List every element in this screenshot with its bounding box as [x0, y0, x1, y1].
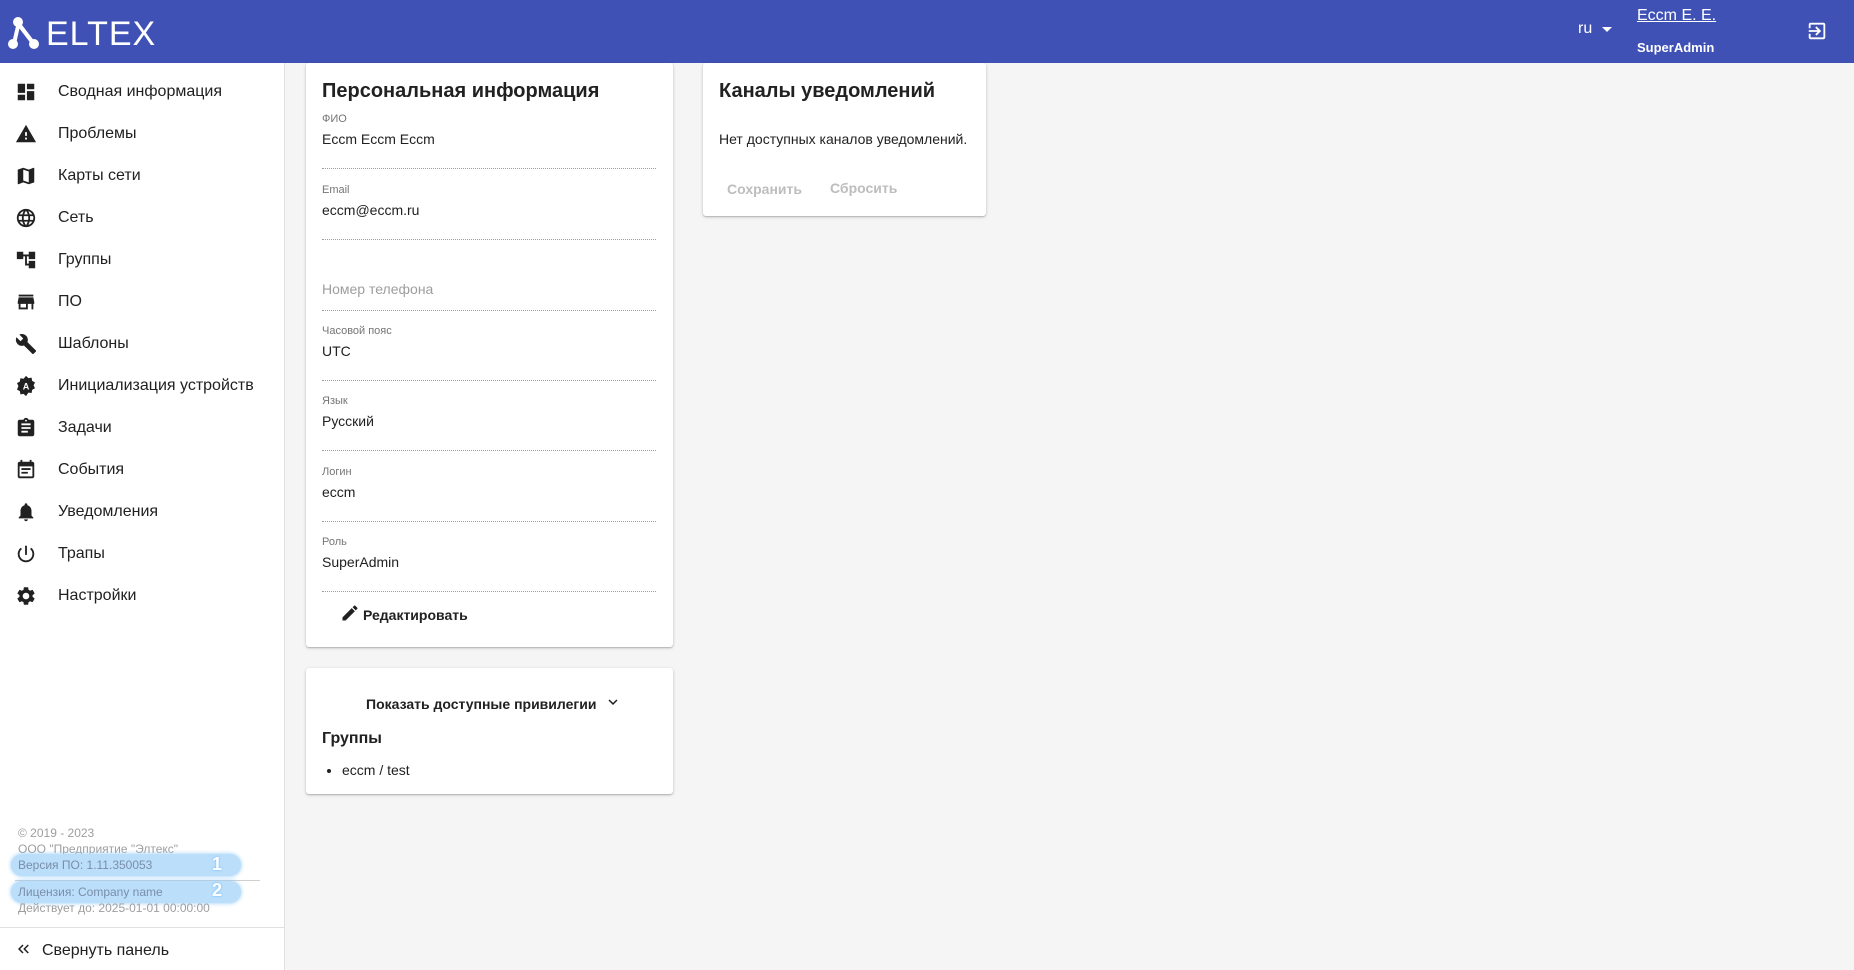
language-select[interactable]: ru	[1578, 20, 1613, 38]
gear-icon	[15, 585, 37, 607]
eltex-logo[interactable]: ELTEX	[8, 12, 178, 52]
marker-2: 2	[212, 880, 223, 900]
sidebar-item-label: Трапы	[58, 545, 105, 562]
sidebar-item-label: Проблемы	[58, 125, 137, 142]
wrench-icon	[15, 333, 37, 355]
hierarchy-icon	[15, 249, 37, 271]
no-channels-text: Нет доступных каналов уведомлений.	[719, 131, 968, 147]
timezone-field[interactable]: Часовой пояс UTC	[322, 325, 656, 381]
globe-icon	[15, 207, 37, 229]
list-item: eccm / test	[342, 762, 410, 778]
sidebar-item-problems[interactable]: Проблемы	[0, 113, 284, 155]
sidebar-item-label: Задачи	[58, 419, 112, 436]
marker-1: 1	[212, 854, 223, 874]
user-menu[interactable]: Eccm E. E. SuperAdmin	[1637, 6, 1716, 55]
email-field[interactable]: Email eccm@eccm.ru	[322, 184, 656, 240]
sidebar-item-traps[interactable]: Трапы	[0, 533, 284, 575]
sidebar-item-device-init[interactable]: A Инициализация устройств	[0, 365, 284, 407]
edit-button[interactable]: Редактировать	[340, 603, 468, 626]
sidebar-item-notifications[interactable]: Уведомления	[0, 491, 284, 533]
privileges-card: Показать доступные привилегии Группы ecc…	[306, 668, 673, 794]
save-button[interactable]: Сохранить	[727, 181, 802, 197]
pencil-icon	[340, 603, 360, 626]
sidebar-item-software[interactable]: ПО	[0, 281, 284, 323]
user-name[interactable]: Eccm E. E.	[1637, 6, 1716, 26]
reset-button[interactable]: Сбросить	[830, 180, 897, 196]
user-role: SuperAdmin	[1637, 40, 1715, 55]
field-value: Русский	[322, 413, 374, 429]
warning-icon	[15, 123, 37, 145]
svg-text:ELTEX: ELTEX	[46, 15, 156, 52]
show-privileges-toggle[interactable]: Показать доступные привилегии	[366, 693, 622, 714]
logout-icon[interactable]	[1806, 20, 1828, 42]
show-privileges-label: Показать доступные привилегии	[366, 695, 597, 712]
license-text: Лицензия: Company name	[18, 885, 163, 899]
language-value: ru	[1578, 20, 1593, 37]
chevron-down-icon	[604, 693, 622, 714]
sidebar-item-label: Группы	[58, 251, 112, 268]
chevron-down-icon	[1602, 26, 1613, 32]
collapse-panel-button[interactable]: Свернуть панель	[0, 927, 284, 970]
sidebar-item-label: Сводная информация	[58, 83, 222, 100]
field-label: Email	[322, 184, 350, 196]
language-field[interactable]: Язык Русский	[322, 395, 656, 451]
notification-channels-card: Каналы уведомлений Нет доступных каналов…	[703, 63, 986, 216]
sidebar-item-groups[interactable]: Группы	[0, 239, 284, 281]
sidebar-item-tasks[interactable]: Задачи	[0, 407, 284, 449]
sidebar-item-templates[interactable]: Шаблоны	[0, 323, 284, 365]
bell-icon	[15, 501, 37, 523]
field-value: eccm@eccm.ru	[322, 202, 420, 218]
top-app-bar: ELTEX ru Eccm E. E. SuperAdmin	[0, 0, 1854, 63]
notification-channels-title: Каналы уведомлений	[719, 80, 936, 102]
personal-info-card: Персональная информация ФИО Eccm Eccm Ec…	[306, 63, 673, 647]
sidebar-item-label: ПО	[58, 293, 82, 310]
sidebar-item-settings[interactable]: Настройки	[0, 575, 284, 617]
edit-button-label: Редактировать	[363, 606, 468, 623]
sidebar-item-network[interactable]: Сеть	[0, 197, 284, 239]
valid-until-text: Действует до: 2025-01-01 00:00:00	[18, 901, 210, 915]
collapse-panel-label: Свернуть панель	[42, 942, 170, 959]
sidebar-item-label: Сеть	[58, 209, 94, 226]
field-label: Часовой пояс	[322, 325, 392, 337]
sidebar-item-label: Инициализация устройств	[58, 377, 254, 394]
sidebar-item-dashboard[interactable]: Сводная информация	[0, 71, 284, 113]
version-text: Версия ПО: 1.11.350053	[18, 858, 153, 872]
field-label: ФИО	[322, 113, 347, 125]
sidebar-item-label: События	[58, 461, 125, 478]
login-field[interactable]: Логин eccm	[322, 466, 656, 522]
svg-text:A: A	[23, 382, 30, 392]
full-name-field[interactable]: ФИО Eccm Eccm Eccm	[322, 113, 656, 169]
auto-setup-icon: A	[15, 375, 37, 397]
sidebar: Сводная информация Проблемы Карты сети С…	[0, 63, 285, 970]
field-value: SuperAdmin	[322, 554, 400, 570]
sidebar-item-events[interactable]: События	[0, 449, 284, 491]
groups-title: Группы	[322, 730, 382, 747]
role-field[interactable]: Роль SuperAdmin	[322, 536, 656, 592]
field-label: Язык	[322, 395, 348, 407]
copyright-text: © 2019 - 2023	[18, 826, 95, 840]
field-label: Логин	[322, 466, 352, 478]
phone-placeholder: Номер телефона	[322, 281, 434, 297]
field-label: Роль	[322, 536, 347, 548]
groups-list: eccm / test	[342, 762, 410, 778]
sidebar-item-network-maps[interactable]: Карты сети	[0, 155, 284, 197]
sidebar-item-label: Уведомления	[58, 503, 159, 520]
power-icon	[15, 543, 37, 565]
dashboard-icon	[15, 81, 37, 103]
personal-info-title: Персональная информация	[322, 80, 600, 102]
double-chevron-left-icon	[15, 940, 33, 963]
store-icon	[15, 291, 37, 313]
sidebar-item-label: Карты сети	[58, 167, 141, 184]
calendar-icon	[15, 459, 37, 481]
clipboard-icon	[15, 417, 37, 439]
field-value: UTC	[322, 343, 351, 359]
sidebar-item-label: Шаблоны	[58, 335, 129, 352]
field-value: eccm	[322, 484, 356, 500]
map-icon	[15, 165, 37, 187]
phone-field[interactable]: Номер телефона	[322, 255, 656, 311]
sidebar-item-label: Настройки	[58, 587, 137, 604]
field-value: Eccm Eccm Eccm	[322, 131, 435, 147]
